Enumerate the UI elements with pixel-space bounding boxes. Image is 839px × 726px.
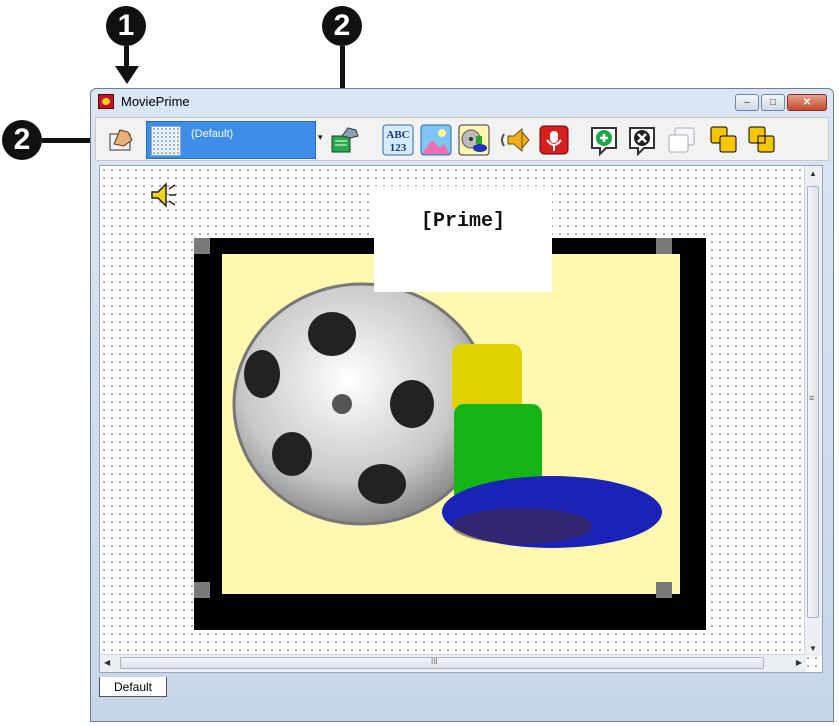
callout-1: 1 [106,6,146,46]
scroll-left-arrow-icon[interactable]: ◀ [104,658,110,667]
toolbar: (Default) ▾ ABC 123 [95,117,829,161]
delete-button-icon[interactable] [626,124,658,157]
chevron-down-icon[interactable]: ▾ [318,132,323,143]
text-abc123-icon[interactable]: ABC 123 [382,124,414,156]
duplicate-icon[interactable] [666,124,698,156]
bring-forward-icon[interactable] [708,124,740,156]
movie-reel-icon [232,282,662,548]
canvas-speaker-icon[interactable] [148,180,178,210]
frame-handle-top-right[interactable] [656,238,672,254]
callout-1-arrowhead [115,66,139,84]
vertical-scroll-thumb[interactable]: ≡ [807,186,819,618]
movie-frame[interactable] [194,238,706,630]
hscroll-grip-icon: III [431,657,438,666]
send-backward-icon[interactable] [746,124,778,156]
caption-buttons: – □ ✕ [735,94,827,111]
layout-combo-value: (Default) [191,128,234,140]
vertical-scrollbar[interactable]: ▲ ≡ ▼ [804,166,822,656]
frame-handle-bottom-right[interactable] [656,582,672,598]
maximize-button[interactable]: □ [761,94,785,111]
movieprime-window: MoviePrime – □ ✕ (Default) ▾ ABC 123 [Pr… [90,88,834,722]
svg-text:123: 123 [390,142,407,154]
frame-handle-top-left[interactable] [194,238,210,254]
scroll-down-arrow-icon[interactable]: ▼ [809,644,817,653]
layout-canvas[interactable]: [Prime] ▲ ≡ ▼ ◀ III ▶ [99,165,823,673]
minimize-button[interactable]: – [735,94,759,111]
prime-label: [Prime] [420,210,505,233]
frame-handle-bottom-left[interactable] [194,582,210,598]
scroll-grip-icon: ≡ [809,393,815,403]
layout-combo[interactable]: (Default) [146,121,316,159]
prime-label-box[interactable]: [Prime] [374,186,552,292]
movie-frame-fill [222,254,680,594]
image-icon[interactable] [420,124,452,156]
svg-text:ABC: ABC [386,129,409,141]
horizontal-scrollbar[interactable]: ◀ III ▶ [100,654,806,672]
title-bar[interactable]: MoviePrime – □ ✕ [91,89,833,115]
tab-label: Default [113,679,153,694]
window-title: MoviePrime [121,94,190,109]
callout-2-left: 2 [2,120,42,160]
edit-hand-icon[interactable] [106,124,138,156]
new-layout-icon[interactable] [328,124,360,156]
horizontal-scroll-thumb[interactable]: III [120,657,764,669]
record-mic-icon[interactable] [538,124,570,156]
callout-2-top: 2 [322,6,362,46]
scroll-right-arrow-icon[interactable]: ▶ [796,658,802,667]
close-button[interactable]: ✕ [787,94,827,111]
add-button-icon[interactable] [588,124,620,157]
scroll-up-arrow-icon[interactable]: ▲ [809,169,817,178]
tab-default[interactable]: Default [99,677,167,697]
layout-thumbnail-icon [151,126,181,156]
app-icon[interactable] [98,94,114,109]
sound-speaker-icon[interactable] [498,124,530,156]
movie-icon[interactable] [458,124,490,156]
